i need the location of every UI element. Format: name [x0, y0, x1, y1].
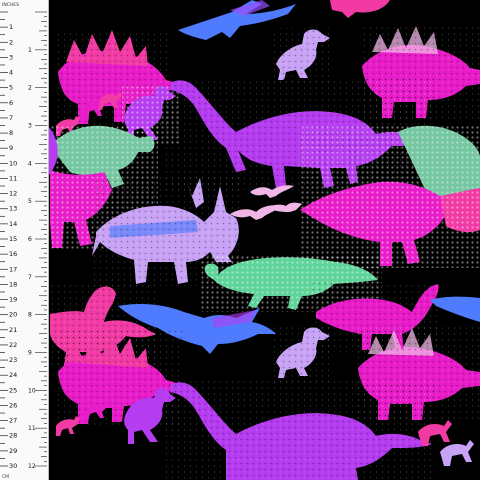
ruler-ticks	[0, 11, 47, 467]
ruler-units-top: INCHES	[2, 2, 19, 8]
ruler-inch-label: 10	[28, 387, 36, 394]
ruler-cm-label: 26	[9, 401, 17, 409]
ruler-inch-labels: 123456789101112	[28, 47, 36, 470]
ruler-cm-label: 17	[9, 265, 17, 273]
ruler-cm-label: 23	[9, 356, 17, 364]
ruler-cm-label: 15	[9, 235, 17, 243]
ruler-cm-labels: 1234567891011121314151617181920212223242…	[9, 23, 17, 470]
ruler-cm-label: 18	[9, 280, 17, 288]
ruler-cm-label: 22	[9, 341, 17, 349]
ruler-inch-label: 11	[28, 425, 36, 432]
ruler-cm-label: 21	[9, 326, 17, 334]
ruler-scale: INCHES CM 123456789101112131415161718192…	[0, 2, 47, 480]
ruler-inch-label: 2	[28, 85, 32, 92]
ruler-cm-label: 2	[9, 38, 13, 46]
ruler-units-bottom: CM	[2, 474, 9, 480]
ruler-cm-label: 8	[9, 129, 13, 137]
ruler-inch-label: 8	[28, 312, 32, 319]
ruler-inch-label: 4	[28, 160, 32, 167]
ruler-cm-label: 4	[9, 69, 13, 77]
ruler-cm-label: 28	[9, 432, 17, 440]
brachiosaurus-bottom-shape	[166, 380, 436, 480]
stegosaurus-bottom-shape	[56, 330, 184, 426]
ruler-cm-label: 3	[9, 53, 13, 61]
ruler-cm-label: 20	[9, 311, 17, 319]
ruler-cm-label: 25	[9, 386, 17, 394]
ruler-inch-label: 9	[28, 350, 32, 357]
t-rex-lower-shape	[272, 326, 334, 382]
ruler-cm-label: 14	[9, 220, 17, 228]
ruler-cm-label: 29	[9, 447, 17, 455]
ruler-cm-label: 5	[9, 84, 13, 92]
ruler-inch-label: 7	[28, 274, 32, 281]
ruler-cm-label: 10	[9, 159, 17, 167]
dinosaur-pattern	[48, 0, 480, 480]
t-rex-small-shape	[274, 28, 334, 82]
ruler-cm-label: 7	[9, 114, 13, 122]
ruler-inch-label: 5	[28, 198, 32, 205]
fabric-swatch: INCHES CM 1 2 3 4 5 6 7 8 9 10 11 12 13 14 15 16 17 18 19 2…	[0, 0, 480, 480]
ruler-cm-label: 24	[9, 371, 17, 379]
ruler-inch-label: 3	[28, 123, 32, 130]
top-edge-dino-shape	[330, 0, 390, 18]
ruler-cm-label: 12	[9, 190, 17, 198]
t-rex-right-shape	[300, 124, 480, 268]
ruler-cm-label: 19	[9, 296, 17, 304]
ruler-cm-label: 16	[9, 250, 17, 258]
ruler-cm-label: 9	[9, 144, 13, 152]
ruler-cm-label: 11	[9, 174, 17, 182]
measurement-ruler: INCHES CM 1 2 3 4 5 6 7 8 9 10 11 12 13 14 15 16 17 18 19 2…	[0, 0, 49, 480]
ruler-cm-label: 1	[9, 23, 13, 31]
ruler-cm-label: 30	[9, 462, 17, 470]
ruler-cm-label: 13	[9, 205, 17, 213]
ruler-cm-label: 6	[9, 99, 13, 107]
ruler-inch-label: 12	[28, 463, 36, 470]
ruler-inch-label: 1	[28, 47, 32, 54]
ruler-cm-label: 27	[9, 417, 17, 425]
ruler-inch-label: 6	[28, 236, 32, 243]
